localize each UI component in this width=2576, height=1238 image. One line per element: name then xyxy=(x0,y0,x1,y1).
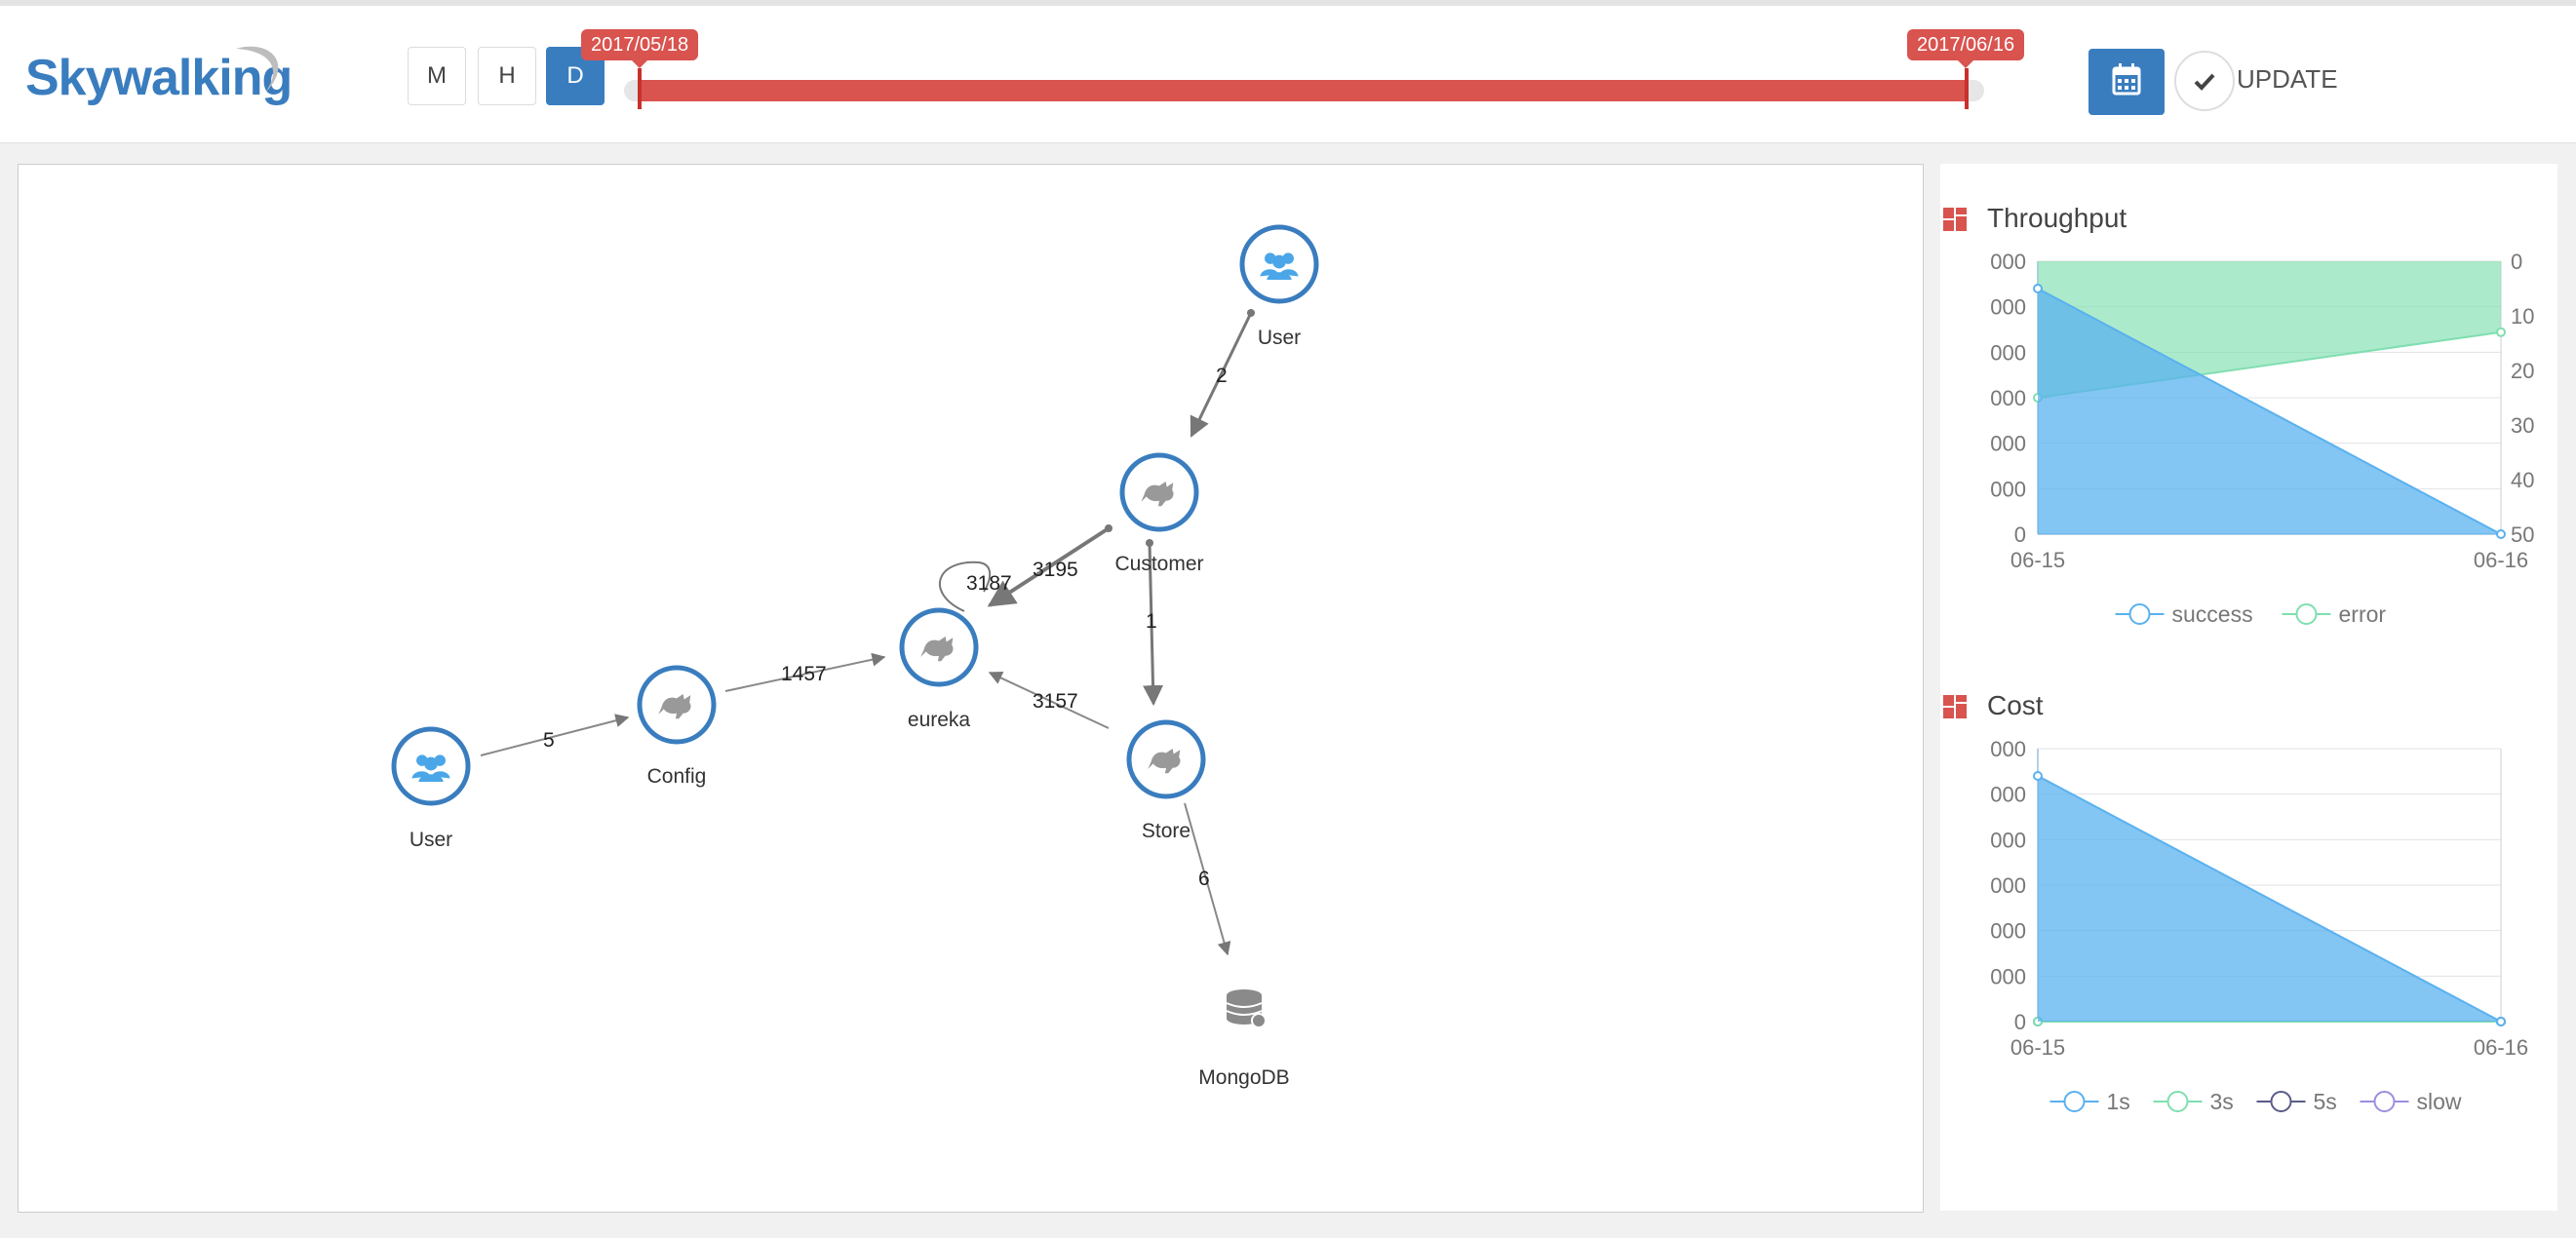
y-right-tick-label: 10 xyxy=(2511,304,2534,329)
database-icon xyxy=(1226,989,1267,1028)
y-right-tick-label: 30 xyxy=(2511,413,2534,438)
y-right-tick-label: 20 xyxy=(2511,359,2534,383)
edge-label-store-mongodb: 6 xyxy=(1198,868,1210,890)
x-tick-label: 06-15 xyxy=(2010,548,2065,572)
time-range-slider-fill xyxy=(640,80,1968,101)
x-tick-label: 06-16 xyxy=(2474,1035,2528,1060)
range-end-label: 2017/06/16 xyxy=(1907,29,2025,68)
cost-chart-title: Cost xyxy=(1987,690,2044,720)
logo-swoosh-icon xyxy=(236,46,279,93)
legend-item-success[interactable]: success xyxy=(2115,601,2253,627)
node-label-user-top: User xyxy=(1258,327,1301,349)
y-tick-label: 000 xyxy=(1990,251,2026,274)
y-tick-label: 000 xyxy=(1990,432,2026,456)
y-tick-label: 000 xyxy=(1990,919,2026,944)
y-tick-label: 000 xyxy=(1990,295,2026,320)
y-tick-label: 000 xyxy=(1990,386,2026,410)
node-label-mongodb: MongoDB xyxy=(1198,1066,1289,1089)
topology-node-store[interactable]: Store xyxy=(1126,719,1206,842)
y-tick-label: 000 xyxy=(1990,783,2026,807)
check-icon xyxy=(2194,73,2215,91)
topology-node-user-top[interactable]: User xyxy=(1239,224,1319,349)
topology-node-user-left[interactable]: User xyxy=(391,726,471,851)
edge-start-dot xyxy=(1146,539,1153,547)
edge-start-dot xyxy=(1247,309,1255,317)
slider-end-handle[interactable] xyxy=(1965,68,1969,109)
y-tick-label: 000 xyxy=(1990,340,2026,365)
legend-label: 5s xyxy=(2314,1089,2337,1114)
legend-label: success xyxy=(2172,601,2253,627)
y-tick-label: 000 xyxy=(1990,964,2026,988)
update-circle xyxy=(2174,51,2235,111)
legend-marker-icon xyxy=(2270,1091,2292,1112)
chart-toolbox-icon[interactable] xyxy=(1940,692,1970,721)
throughput-chart[interactable]: 00000000000000000000102030405006-15 06-16… xyxy=(1940,251,2557,641)
legend-label: 3s xyxy=(2210,1089,2234,1114)
y-tick-label: 000 xyxy=(1990,739,2026,761)
node-label-eureka: eureka xyxy=(908,709,971,731)
node-label-user-left: User xyxy=(410,829,452,851)
legend-item-error[interactable]: error xyxy=(2282,601,2387,627)
edges: 2 3195 3187 1 3157 1457 5 6 xyxy=(480,309,1255,956)
legend-item-1s[interactable]: 1s xyxy=(2049,1089,2130,1114)
legend-marker-icon xyxy=(2373,1091,2396,1112)
legend-item-5s[interactable]: 5s xyxy=(2256,1089,2337,1114)
topology-node-config[interactable]: Config xyxy=(637,665,717,788)
throughput-chart-title: Throughput xyxy=(1987,203,2127,233)
legend-label: slow xyxy=(2417,1089,2462,1114)
legend-marker-icon xyxy=(2295,603,2318,625)
edge-label-user-customer: 2 xyxy=(1216,365,1228,387)
y-tick-label: 000 xyxy=(1990,873,2026,898)
data-point[interactable] xyxy=(2033,771,2043,781)
legend-marker-icon xyxy=(2128,603,2151,625)
edge-label-config-eureka: 1457 xyxy=(781,663,827,685)
topology-node-mongodb[interactable]: MongoDB xyxy=(1198,989,1290,1089)
y-tick-label: 000 xyxy=(1990,477,2026,501)
node-label-store: Store xyxy=(1142,820,1190,842)
y-right-tick-label: 50 xyxy=(2511,522,2534,547)
y-right-tick-label: 0 xyxy=(2511,251,2522,274)
edge-start-dot xyxy=(1105,524,1112,532)
y-right-tick-label: 40 xyxy=(2511,468,2534,492)
topology-node-eureka[interactable]: eureka xyxy=(899,607,979,731)
legend-item-slow[interactable]: slow xyxy=(2360,1089,2462,1114)
calendar-button[interactable] xyxy=(2088,49,2165,115)
y-tick-label: 000 xyxy=(1990,828,2026,852)
legend-item-3s[interactable]: 3s xyxy=(2153,1089,2234,1114)
data-point[interactable] xyxy=(2496,327,2506,337)
x-tick-label: 06-16 xyxy=(2474,548,2528,572)
legend-label: 1s xyxy=(2107,1089,2130,1114)
edge-label-customer-store: 1 xyxy=(1146,610,1157,633)
unit-month-button[interactable]: M xyxy=(408,47,466,105)
node-label-customer: Customer xyxy=(1114,553,1203,575)
legend-marker-icon xyxy=(2166,1091,2189,1112)
x-tick-label: 06-15 xyxy=(2010,1035,2065,1060)
topology-graph[interactable]: 2 3195 3187 1 3157 1457 5 6 User Custome… xyxy=(19,165,1923,1212)
edge-label-store-eureka: 3157 xyxy=(1033,690,1078,713)
topology-panel: 2 3195 3187 1 3157 1457 5 6 User Custome… xyxy=(18,164,1924,1213)
data-point[interactable] xyxy=(2033,284,2043,293)
y-tick-label: 0 xyxy=(2014,1010,2026,1034)
legend-label: error xyxy=(2339,601,2387,627)
data-point[interactable] xyxy=(2496,1017,2506,1026)
range-start-label: 2017/05/18 xyxy=(581,29,699,68)
y-tick-label: 0 xyxy=(2014,522,2026,547)
cost-chart[interactable]: 000000000000000000006-15 06-161s 3s 5s slow xyxy=(1940,739,2557,1129)
chart-toolbox-icon[interactable] xyxy=(1940,205,1970,234)
edge-label-user-config: 5 xyxy=(543,729,555,752)
calendar-icon xyxy=(2112,63,2141,96)
legend-marker-icon xyxy=(2063,1091,2086,1112)
slider-start-handle[interactable] xyxy=(638,68,642,109)
header-bar: Skywalking M H D 2017/05/18 2017/06/16 U… xyxy=(0,6,2576,143)
unit-hour-button[interactable]: H xyxy=(478,47,536,105)
edge-label-eureka-self: 3187 xyxy=(966,572,1012,595)
data-point[interactable] xyxy=(2496,529,2506,539)
edge-label-customer-eureka: 3195 xyxy=(1033,559,1078,581)
node-label-config: Config xyxy=(647,765,707,788)
topology-node-customer[interactable]: Customer xyxy=(1114,452,1204,575)
metrics-panel: Throughput 000 000 000 000 000 000 0 0 10 20 30 40 5… xyxy=(1940,164,2557,1211)
update-label: UPDATE xyxy=(2237,64,2338,94)
